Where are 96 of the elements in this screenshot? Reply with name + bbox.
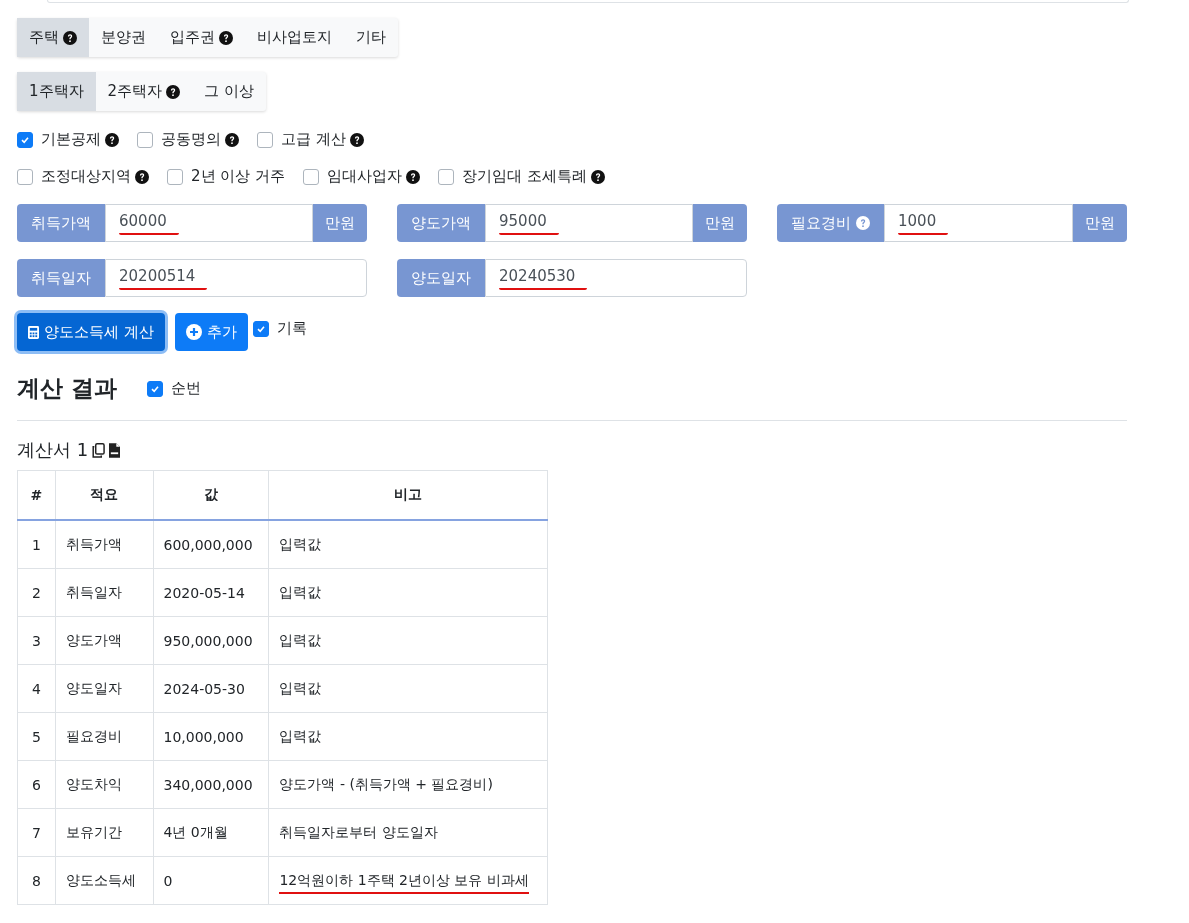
table-cell: 2	[17, 568, 56, 617]
tab[interactable]: 비사업토지	[245, 18, 344, 57]
table-cell: 양도가액 - (취득가액 + 필요경비)	[268, 760, 548, 809]
table-cell: 입력값	[268, 616, 548, 665]
field-label: 취득가액	[17, 204, 105, 242]
tab[interactable]: 입주권	[158, 18, 245, 57]
unit-label: 만원	[1073, 204, 1127, 242]
table-cell: 2020-05-14	[153, 568, 269, 617]
table-cell: 10,000,000	[153, 712, 269, 761]
copy-icon[interactable]	[92, 442, 106, 458]
tab[interactable]: 기타	[344, 18, 398, 57]
table-cell: 6	[17, 760, 56, 809]
checkbox[interactable]	[257, 131, 273, 148]
field-label: 취득일자	[17, 259, 105, 297]
tab[interactable]: 그 이상	[192, 72, 266, 111]
column-header: 값	[153, 470, 269, 520]
tab[interactable]: 주택	[17, 18, 89, 57]
table-cell: 5	[17, 712, 56, 761]
field-label: 양도일자	[397, 259, 485, 297]
table-cell: 0	[153, 856, 269, 905]
input-field[interactable]: 1000	[884, 204, 1073, 242]
option-label: 임대사업자	[327, 167, 403, 186]
help-icon[interactable]	[349, 132, 364, 147]
column-header: #	[17, 470, 56, 520]
table-cell: 2024-05-30	[153, 664, 269, 713]
input-field[interactable]: 95000	[485, 204, 693, 242]
table-cell: 입력값	[268, 712, 548, 761]
input-field[interactable]	[47, 0, 1129, 3]
checkbox[interactable]	[303, 168, 320, 185]
table-cell: 취득일자로부터 양도일자	[268, 808, 548, 857]
check-icon	[150, 383, 160, 394]
option-label: 기록	[276, 319, 307, 338]
table-cell: 1	[17, 520, 56, 569]
column-header: 적요	[55, 470, 153, 520]
checkbox[interactable]	[438, 168, 455, 185]
table-cell: 8	[17, 856, 56, 905]
help-icon[interactable]	[219, 30, 233, 45]
option-label: 고급 계산	[281, 130, 346, 149]
option-label: 공동명의	[161, 130, 221, 149]
option-label: 2년 이상 거주	[191, 167, 286, 186]
option-label: 순번	[171, 379, 201, 398]
table-cell: 양도소득세	[55, 856, 153, 905]
table-cell: 취득가액	[55, 520, 153, 569]
plus-icon	[185, 324, 202, 340]
table-cell: 3	[17, 616, 56, 665]
help-icon[interactable]	[406, 169, 421, 184]
checkbox[interactable]	[252, 320, 269, 337]
unit-label: 만원	[313, 204, 367, 242]
unit-label: 만원	[693, 204, 747, 242]
input-field[interactable]: 60000	[105, 204, 313, 242]
help-icon[interactable]	[166, 84, 181, 99]
option-label: 기본공제	[41, 130, 101, 149]
input-field[interactable]: 20240530	[485, 259, 747, 297]
table-cell: 양도차익	[55, 760, 153, 809]
field-label: 필요경비	[777, 204, 884, 242]
input-field[interactable]: 20200514	[105, 259, 367, 297]
table-cell: 보유기간	[55, 808, 153, 857]
table-cell: 600,000,000	[153, 520, 269, 569]
table-cell: 입력값	[268, 664, 548, 713]
table-cell: 양도일자	[55, 664, 153, 713]
table-cell: 양도가액	[55, 616, 153, 665]
file-icon[interactable]	[109, 442, 121, 458]
check-icon	[255, 323, 266, 334]
section-heading: 계산 결과	[17, 374, 117, 403]
help-icon[interactable]	[105, 132, 119, 147]
checkbox[interactable]	[167, 168, 183, 185]
table-cell: 입력값	[268, 568, 548, 617]
sheet-title: 계산서 1	[17, 438, 89, 462]
column-header: 비고	[268, 470, 548, 520]
checkbox[interactable]	[17, 168, 33, 185]
check-icon	[20, 134, 30, 145]
checkbox[interactable]	[137, 131, 153, 148]
option-label: 조정대상지역	[41, 167, 131, 186]
table-cell: 7	[17, 808, 56, 857]
option-label: 장기임대 조세특례	[462, 167, 587, 186]
table-cell: 입력값	[268, 520, 548, 569]
tab[interactable]: 1주택자	[17, 72, 96, 111]
calculate-button[interactable]: 양도소득세 계산	[17, 313, 165, 351]
help-icon[interactable]	[63, 30, 77, 45]
calculator-icon	[28, 325, 39, 339]
checkbox[interactable]	[147, 380, 163, 397]
table-cell: 취득일자	[55, 568, 153, 617]
table-cell: 340,000,000	[153, 760, 269, 809]
tab[interactable]: 2주택자	[95, 72, 193, 111]
table-cell: 12억원이하 1주택 2년이상 보유 비과세	[268, 856, 548, 905]
table-cell: 4	[17, 664, 56, 713]
add-button[interactable]: 추가	[174, 313, 248, 351]
table-cell: 950,000,000	[153, 616, 269, 665]
table-cell: 4년 0개월	[153, 808, 269, 857]
tab[interactable]: 분양권	[89, 18, 158, 57]
field-label: 양도가액	[397, 204, 485, 242]
table-cell: 필요경비	[55, 712, 153, 761]
checkbox[interactable]	[17, 131, 33, 148]
help-icon[interactable]	[135, 169, 149, 184]
help-icon[interactable]	[225, 132, 239, 147]
help-icon[interactable]	[590, 169, 605, 184]
